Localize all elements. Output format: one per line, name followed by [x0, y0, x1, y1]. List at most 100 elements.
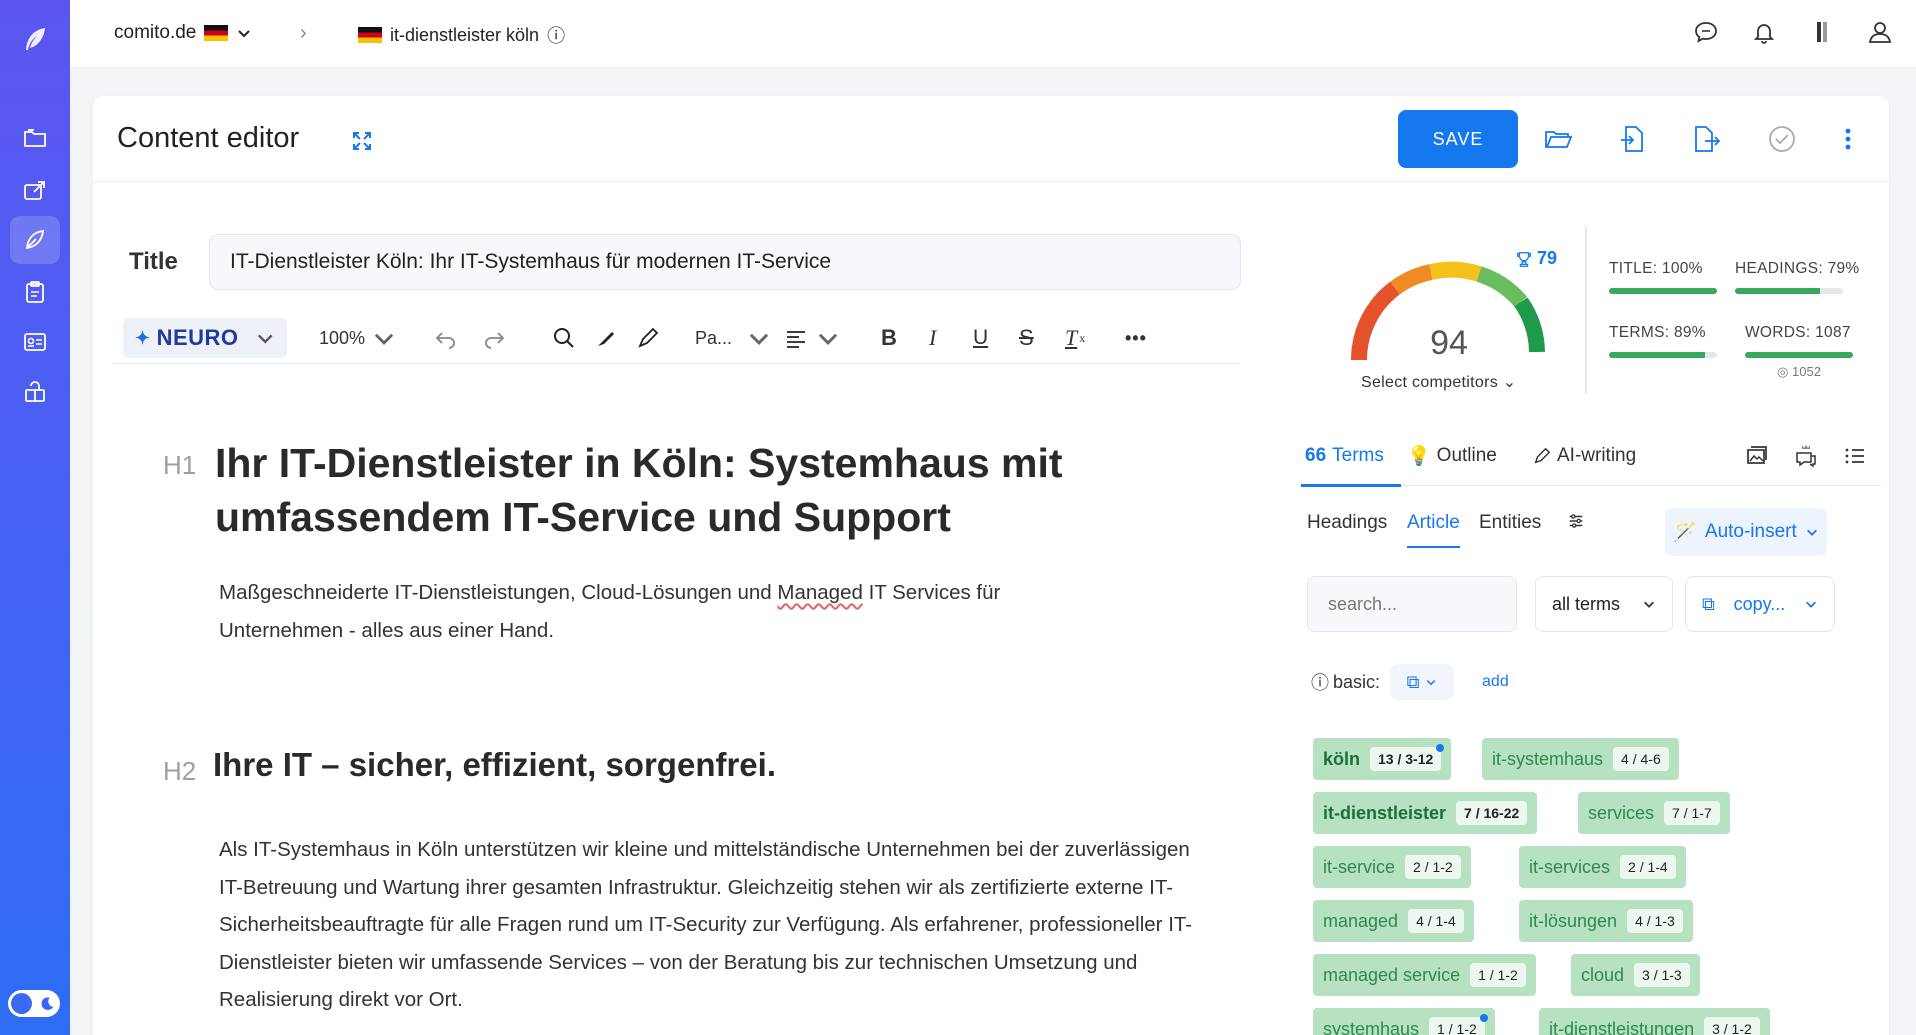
auto-insert-label: Auto-insert: [1704, 521, 1797, 542]
more-tools-button[interactable]: •••: [1125, 318, 1147, 358]
sidebar-item-tools[interactable]: [10, 368, 60, 416]
export-button[interactable]: [1689, 122, 1723, 156]
term-count: 13 / 3-12: [1370, 744, 1445, 771]
share-icon: [24, 181, 45, 200]
tab-list[interactable]: [1843, 438, 1867, 474]
filter-settings-button[interactable]: [1567, 512, 1585, 548]
terms-search-input[interactable]: search...: [1307, 576, 1517, 632]
chevron-down-icon: [749, 333, 769, 345]
chat-icon[interactable]: [1692, 18, 1720, 46]
terms-filter-select[interactable]: all terms: [1535, 576, 1673, 632]
term-chip[interactable]: it-lösungen 4 / 1-3: [1519, 900, 1693, 942]
open-folder-button[interactable]: [1541, 122, 1575, 156]
basic-copy-dropdown[interactable]: ⧉: [1390, 664, 1455, 700]
more-menu-button[interactable]: [1831, 122, 1865, 156]
term-count: 3 / 1-3: [1634, 963, 1690, 987]
feather-logo-icon[interactable]: [19, 24, 51, 56]
chevron-down-icon: [1644, 601, 1654, 608]
metric-headings-bar: [1735, 288, 1843, 294]
paragraph-style-select[interactable]: Pa...: [695, 318, 772, 358]
highlight-button[interactable]: [593, 318, 619, 358]
p1-spellcheck-word[interactable]: Managed: [777, 581, 862, 604]
crown-chat-icon: [1796, 445, 1816, 468]
project-breadcrumb[interactable]: it-dienstleister köln ⓘ: [358, 22, 565, 48]
subtab-entities[interactable]: Entities: [1479, 512, 1541, 546]
sidebar-item-share[interactable]: [10, 166, 60, 214]
mark-done-button[interactable]: [1765, 122, 1799, 156]
strikethrough-button[interactable]: S: [1019, 318, 1034, 358]
subtab-article[interactable]: Article: [1407, 512, 1460, 548]
neuro-ai-button[interactable]: ✦ NEURO: [123, 318, 287, 358]
info-icon[interactable]: ⓘ: [1311, 669, 1329, 695]
term-count: 7 / 1-7: [1664, 801, 1720, 825]
user-avatar-icon[interactable]: [1866, 18, 1894, 46]
score-divider: [1585, 226, 1587, 394]
subtab-headings[interactable]: Headings: [1307, 512, 1387, 546]
import-button[interactable]: [1615, 122, 1649, 156]
intro-paragraph[interactable]: Maßgeschneiderte IT-Dienstleistungen, Cl…: [219, 574, 1099, 650]
sidebar-item-folders[interactable]: [10, 114, 60, 162]
body-paragraph[interactable]: Als IT-Systemhaus in Köln unterstützen w…: [219, 831, 1199, 1019]
domain-selector[interactable]: comito.de: [114, 22, 252, 44]
term-name: it-services: [1529, 856, 1611, 877]
add-term-link[interactable]: add: [1482, 673, 1509, 691]
pen-button[interactable]: [635, 318, 661, 358]
copy-terms-dropdown[interactable]: ⧉ copy...: [1685, 576, 1835, 632]
term-chip[interactable]: managed service 1 / 1-2: [1313, 954, 1536, 996]
redo-button[interactable]: [481, 318, 507, 358]
term-chip[interactable]: it-services 2 / 1-4: [1519, 846, 1686, 888]
terms-filter-value: all terms: [1552, 593, 1621, 614]
metric-title-bar: [1609, 288, 1717, 294]
bold-button[interactable]: B: [881, 318, 897, 358]
bell-icon[interactable]: [1750, 18, 1778, 46]
pen-icon: [638, 327, 659, 348]
term-chip[interactable]: services 7 / 1-7: [1578, 792, 1730, 834]
undo-button[interactable]: [433, 318, 459, 358]
tab-outline[interactable]: 💡 Outline: [1407, 438, 1497, 474]
term-chip[interactable]: managed 4 / 1-4: [1313, 900, 1474, 942]
theme-toggle[interactable]: [8, 990, 60, 1017]
copy-label: copy...: [1733, 593, 1786, 614]
panel-toggle-icon[interactable]: [1808, 18, 1836, 46]
term-chip[interactable]: it-service 2 / 1-2: [1313, 846, 1471, 888]
sidebar-item-briefs[interactable]: [10, 268, 60, 316]
term-chip[interactable]: it-dienstleistungen 3 / 1-2: [1539, 1008, 1770, 1035]
info-icon[interactable]: ⓘ: [547, 22, 565, 48]
term-chip[interactable]: köln 13 / 3-12: [1313, 738, 1452, 780]
basic-label: basic:: [1333, 671, 1381, 692]
align-select[interactable]: [783, 318, 841, 358]
h2-text[interactable]: Ihre IT – sicher, effizient, sorgenfrei.: [213, 746, 776, 784]
term-chip[interactable]: it-systemhaus 4 / 4-6: [1482, 738, 1679, 780]
magic-wand-icon: 🪄: [1673, 522, 1697, 543]
tab-questions[interactable]: [1793, 438, 1819, 474]
italic-button[interactable]: I: [929, 318, 936, 358]
sidebar-item-content-editor[interactable]: [10, 216, 60, 264]
sidebar-item-contacts[interactable]: [10, 318, 60, 366]
clear-format-button[interactable]: Tx: [1065, 318, 1085, 358]
term-chip[interactable]: it-dienstleister 7 / 16-22: [1313, 792, 1538, 834]
title-input[interactable]: IT-Dienstleister Köln: Ihr IT-Systemhaus…: [209, 234, 1241, 290]
term-count: 1 / 1-2: [1429, 1014, 1488, 1035]
redo-icon: [485, 332, 505, 349]
metric-title-label: TITLE: 100%: [1609, 260, 1703, 277]
tab-terms[interactable]: 66 Terms: [1305, 438, 1384, 474]
h1-text[interactable]: Ihr IT-Dienstleister in Köln: Systemhaus…: [215, 436, 1115, 544]
chevron-down-icon: [1427, 679, 1436, 686]
chevron-down-icon: [1806, 601, 1816, 608]
tab-ai-writing[interactable]: AI-writing: [1533, 438, 1636, 474]
card-header: Content editor SAVE: [93, 96, 1889, 182]
expand-icon[interactable]: [351, 130, 373, 152]
term-name: systemhaus: [1323, 1018, 1420, 1035]
find-button[interactable]: [551, 318, 577, 358]
term-chip[interactable]: systemhaus 1 / 1-2: [1313, 1008, 1495, 1035]
save-button[interactable]: SAVE: [1398, 110, 1518, 168]
german-flag-icon: [204, 25, 229, 41]
tab-images[interactable]: [1745, 438, 1769, 474]
select-competitors-dropdown[interactable]: Select competitors ⌄: [1361, 372, 1516, 392]
auto-insert-button[interactable]: 🪄 Auto-insert: [1665, 508, 1827, 556]
underline-button[interactable]: U: [973, 318, 988, 358]
metric-terms-label: TERMS: 89%: [1609, 324, 1706, 341]
zoom-select[interactable]: 100%: [319, 318, 397, 358]
term-count: 3 / 1-2: [1704, 1017, 1760, 1035]
term-chip[interactable]: cloud 3 / 1-3: [1571, 954, 1700, 996]
